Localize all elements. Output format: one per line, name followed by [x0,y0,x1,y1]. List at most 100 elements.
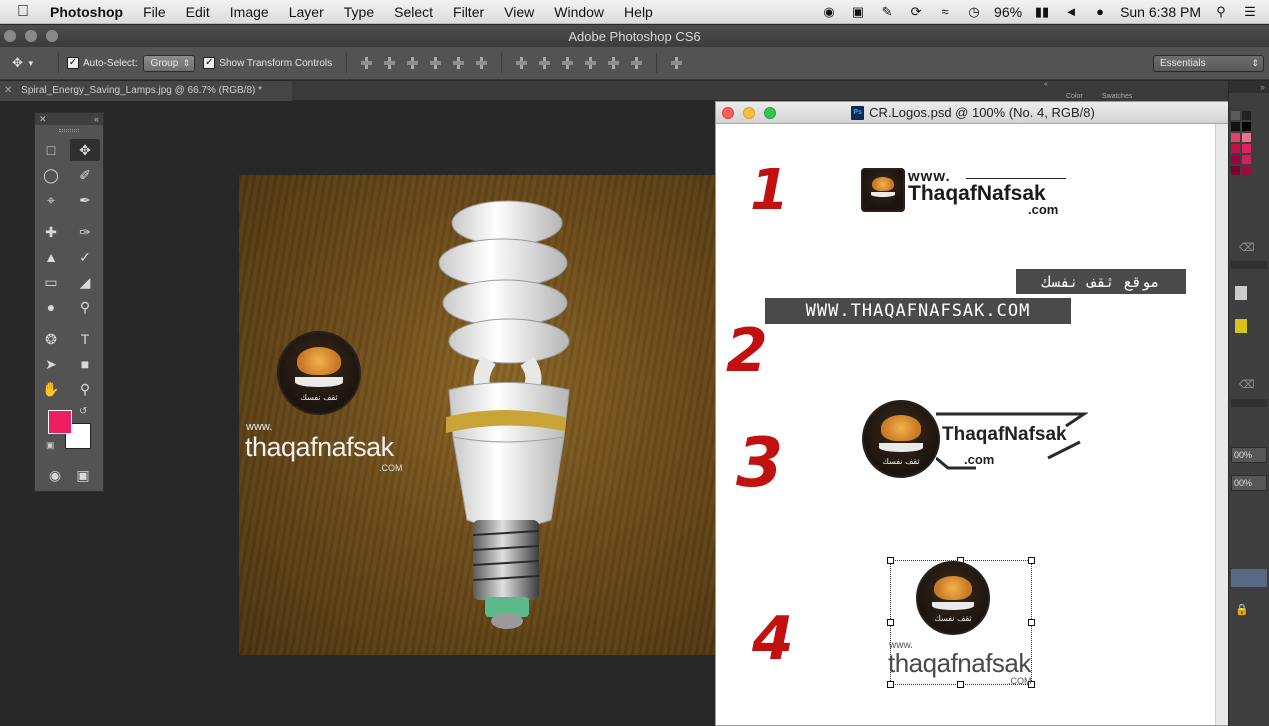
align-vertical-centers-icon[interactable] [381,54,398,72]
marquee-tool-icon[interactable]: □ [36,139,66,161]
menu-app-photoshop[interactable]: Photoshop [46,4,133,20]
menu-layer[interactable]: Layer [279,4,334,20]
distribute-left-icon[interactable] [582,54,599,72]
minimize-document-button[interactable] [743,107,755,119]
healing-brush-tool-icon[interactable]: ✚ [36,221,66,243]
align-right-edges-icon[interactable] [473,54,490,72]
close-panel-icon[interactable]: ✕ [39,113,47,125]
align-horizontal-centers-icon[interactable] [450,54,467,72]
crop-tool-icon[interactable]: ⌖ [36,189,66,211]
tools-panel-header[interactable]: ✕ « [35,113,103,125]
swatch[interactable] [1231,133,1240,142]
logos-canvas[interactable]: 1 2 3 4 www. ThaqafNafsak .com موقع ثقف … [716,124,1216,725]
lasso-tool-icon[interactable]: ◯ [36,164,66,186]
close-document-button[interactable] [722,107,734,119]
camera-icon[interactable]: ▣ [849,4,867,20]
input-source-icon[interactable]: ✎ [878,4,896,20]
spotlight-search-icon[interactable]: ⚲ [1212,4,1230,20]
user-icon[interactable]: ● [1091,4,1109,20]
zoom-tool-icon[interactable]: ⚲ [70,378,100,400]
trash-icon[interactable]: ⌫ [1239,378,1255,391]
clock[interactable]: Sun 6:38 PM [1120,4,1201,20]
swatch[interactable] [1231,144,1240,153]
distribute-right-icon[interactable] [628,54,645,72]
quick-selection-tool-icon[interactable]: ✐ [70,164,100,186]
hand-tool-icon[interactable]: ✋ [36,378,66,400]
notification-center-icon[interactable]: ☰ [1241,4,1259,20]
foreground-color-swatch[interactable] [48,410,72,434]
close-tab-icon[interactable]: ✕ [4,85,12,96]
dodge-tool-icon[interactable]: ⚲ [70,296,100,318]
auto-align-layers-icon[interactable] [668,54,685,72]
color-panel-tab[interactable]: Color [1066,93,1083,101]
logos-document-window[interactable]: Ps CR.Logos.psd @ 100% (No. 4, RGB/8) 1 … [715,101,1231,726]
show-transform-checkbox[interactable]: ✓ [203,57,216,69]
apple-menu-icon[interactable]:  [0,3,46,21]
menu-help[interactable]: Help [614,4,663,20]
zoom-document-button[interactable] [764,107,776,119]
menu-window[interactable]: Window [544,4,614,20]
default-colors-icon[interactable]: ▣ [46,440,55,451]
swatch[interactable] [1231,122,1240,131]
adjustment-icon[interactable] [1235,286,1247,300]
selected-layer-row[interactable] [1231,569,1267,587]
align-top-edges-icon[interactable] [358,54,375,72]
fill-field[interactable]: 00% [1231,475,1267,491]
collapse-panel-icon[interactable]: « [94,113,99,125]
menu-filter[interactable]: Filter [443,4,494,20]
distribute-top-icon[interactable] [513,54,530,72]
menu-image[interactable]: Image [220,4,279,20]
swatch[interactable] [1231,111,1240,120]
time-machine-icon[interactable]: ◷ [965,4,983,20]
swatch[interactable] [1242,111,1251,120]
zoom-window-button[interactable] [46,30,58,42]
workspace-switcher[interactable]: Essentials [1153,55,1264,72]
expand-panels-icon[interactable]: » [1229,81,1269,93]
transform-handle-left[interactable] [887,619,894,626]
swatch[interactable] [1242,155,1251,164]
type-tool-icon[interactable]: T [70,328,100,350]
move-tool-icon[interactable]: ✥ [70,139,100,161]
history-brush-tool-icon[interactable]: ✓ [70,246,100,268]
close-window-button[interactable] [4,30,16,42]
swatch[interactable] [1231,166,1240,175]
align-bottom-edges-icon[interactable] [404,54,421,72]
swatch[interactable] [1242,166,1251,175]
auto-select-checkbox[interactable]: ✓ [67,57,79,69]
volume-icon[interactable]: ◄ [1062,4,1080,20]
battery-percent[interactable]: 96% [994,4,1022,20]
eyedropper-tool-icon[interactable]: ✒ [70,189,100,211]
menu-edit[interactable]: Edit [176,4,220,20]
wifi-icon[interactable]: ≈ [936,4,954,20]
distribute-bottom-icon[interactable] [559,54,576,72]
swatch[interactable] [1242,133,1251,142]
path-selection-tool-icon[interactable]: ➤ [36,353,66,375]
swatch[interactable] [1242,144,1251,153]
battery-icon[interactable]: ▮▮ [1033,4,1051,20]
eraser-tool-icon[interactable]: ▭ [36,271,66,293]
brush-tool-icon[interactable]: ✑ [70,221,100,243]
minimize-window-button[interactable] [25,30,37,42]
pen-tool-icon[interactable]: ❂ [36,328,66,350]
transform-handle-right[interactable] [1028,619,1035,626]
swatches-panel-tab[interactable]: Swatches [1102,93,1132,101]
transform-handle-bottom-left[interactable] [887,681,894,688]
distribute-hcenter-icon[interactable] [605,54,622,72]
menu-type[interactable]: Type [334,4,384,20]
auto-select-dropdown[interactable]: Group [143,54,196,72]
opacity-field[interactable]: 00% [1231,447,1267,463]
menu-file[interactable]: File [133,4,176,20]
transform-handle-bottom[interactable] [957,681,964,688]
tab-spiral-lamps[interactable]: ✕ Spiral_Energy_Saving_Lamps.jpg @ 66.7%… [0,81,292,101]
skype-icon[interactable]: ◉ [820,4,838,20]
align-left-edges-icon[interactable] [427,54,444,72]
blur-tool-icon[interactable]: ● [36,296,66,318]
lock-icon[interactable]: 🔒 [1235,603,1249,616]
style-icon[interactable] [1235,319,1247,333]
swatch[interactable] [1242,122,1251,131]
collapse-panels-icon[interactable]: « [1044,81,1048,89]
sync-icon[interactable]: ⟳ [907,4,925,20]
panel-grip[interactable] [35,125,103,135]
tool-preset-picker[interactable]: ✥ ▼ [12,52,50,74]
menu-view[interactable]: View [494,4,544,20]
